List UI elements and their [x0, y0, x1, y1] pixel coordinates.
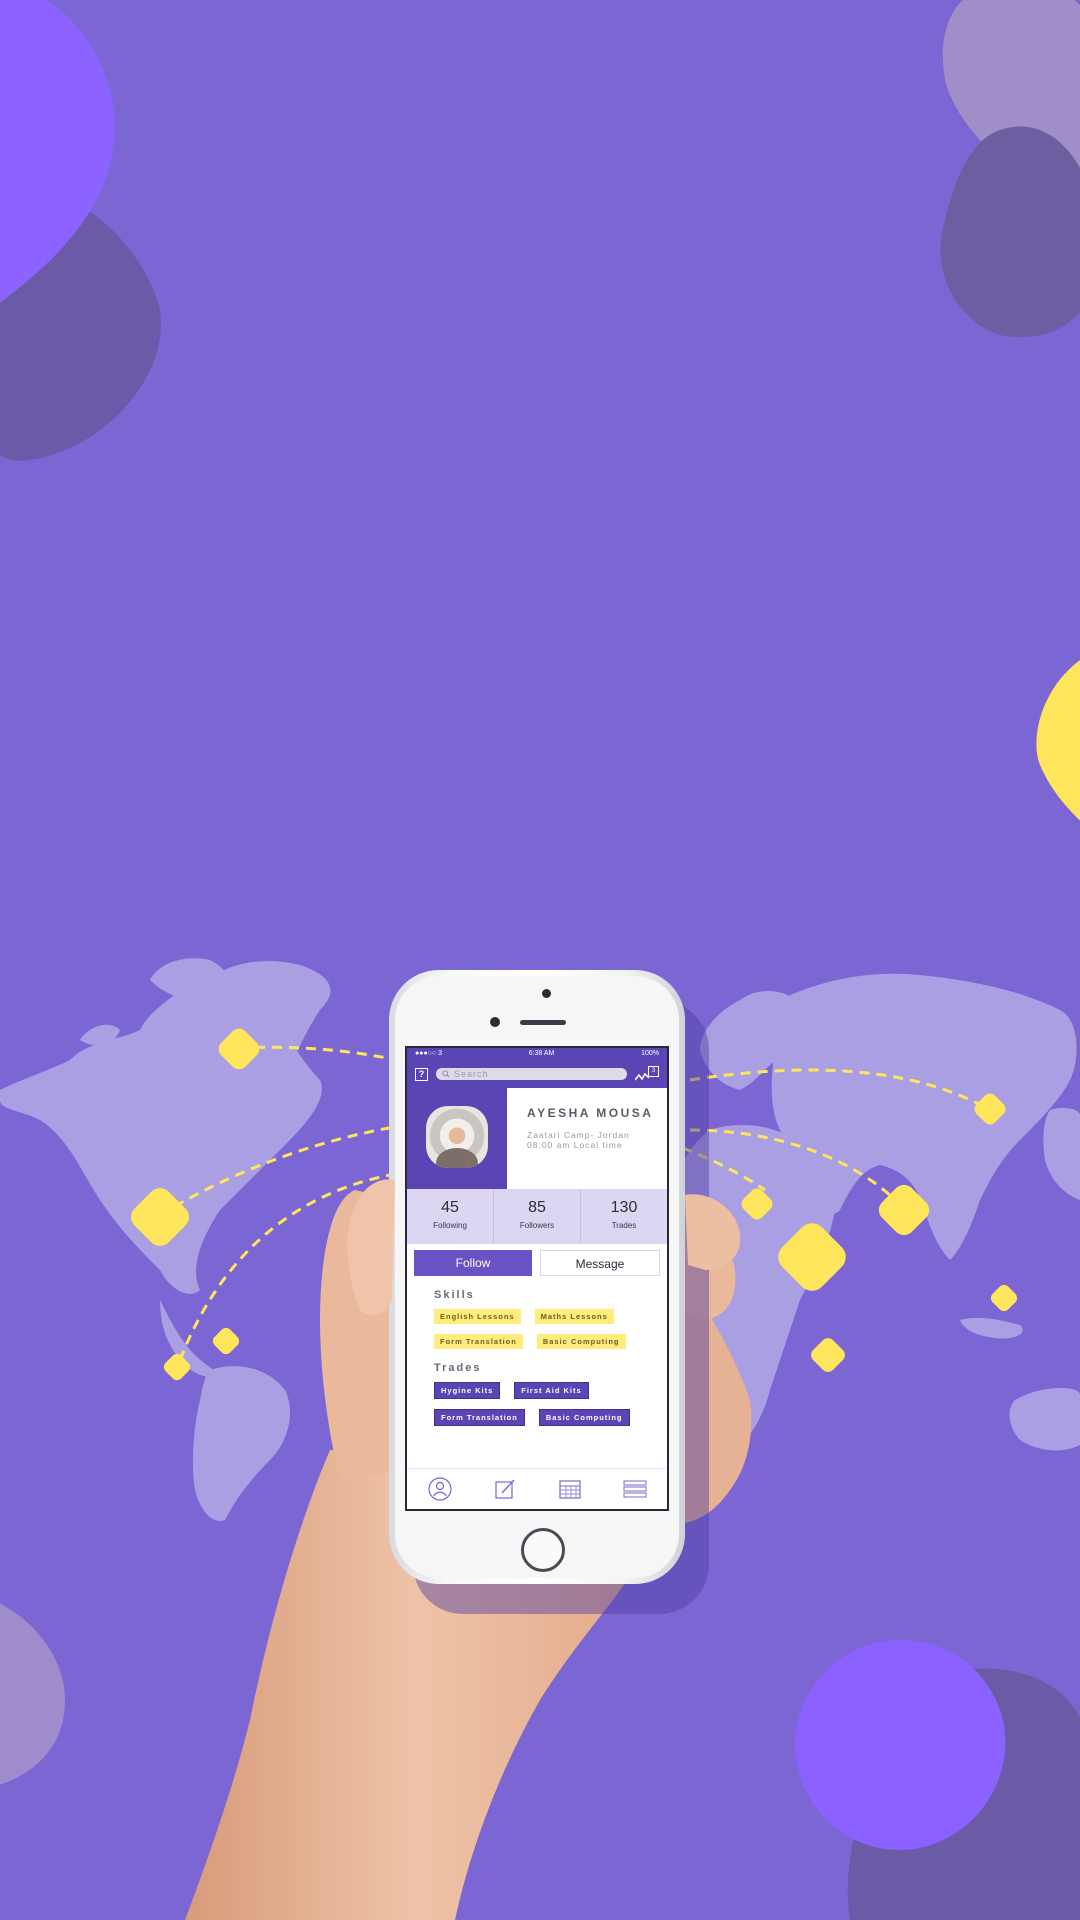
earpiece-speaker — [520, 1020, 566, 1025]
status-time: 6:38 AM — [528, 1050, 555, 1057]
profile-header: AYESHA MOUSA Zaatari Camp- Jordan 08:00 … — [407, 1088, 667, 1189]
trade-tag[interactable]: Basic Computing — [538, 1409, 630, 1426]
avatar[interactable] — [426, 1106, 488, 1168]
stat-label: Trades — [611, 1221, 637, 1230]
notifications-button[interactable]: 3 — [635, 1066, 659, 1082]
question-icon[interactable]: ? — [415, 1067, 428, 1081]
stat-followers[interactable]: 85 Followers — [494, 1189, 581, 1244]
proximity-sensor — [542, 989, 551, 998]
skill-tag[interactable]: Basic Computing — [536, 1334, 626, 1349]
location-text: Zaatari Camp- Jordan — [527, 1130, 630, 1140]
trades-title: Trades — [434, 1362, 482, 1374]
profile-location: Zaatari Camp- Jordan 08:00 am Local time — [527, 1130, 667, 1150]
trades-tags: Hygine Kits First Aid Kits Form Translat… — [434, 1382, 644, 1426]
profile-name: AYESHA MOUSA — [527, 1106, 654, 1120]
trade-tag[interactable]: Form Translation — [434, 1409, 525, 1426]
profile-stats: 45 Following 85 Followers 130 Trades — [407, 1189, 667, 1244]
calendar-icon[interactable] — [557, 1476, 583, 1502]
stat-label: Following — [433, 1221, 467, 1230]
skills-tags: English Lessons Maths Lessons Form Trans… — [434, 1309, 644, 1349]
bottom-tab-bar — [407, 1468, 667, 1509]
stat-value: 45 — [441, 1199, 459, 1216]
carrier-signal: ●●●○○ 3 — [415, 1050, 442, 1057]
skills-section: Skills English Lessons Maths Lessons For… — [407, 1289, 667, 1349]
avatar-body — [436, 1148, 478, 1168]
home-button[interactable] — [521, 1528, 565, 1572]
profile-actions: Follow Message — [407, 1244, 667, 1276]
app-screen: ●●●○○ 3 6:38 AM 100% ? Search 3 AYESHA M… — [405, 1046, 669, 1511]
search-placeholder: Search — [454, 1069, 489, 1079]
search-input[interactable]: Search — [436, 1068, 627, 1080]
skill-tag[interactable]: English Lessons — [434, 1309, 521, 1324]
profile-info: AYESHA MOUSA Zaatari Camp- Jordan 08:00 … — [507, 1088, 667, 1189]
status-bar: ●●●○○ 3 6:38 AM 100% — [407, 1048, 667, 1060]
list-icon[interactable] — [622, 1476, 648, 1502]
front-camera — [490, 1017, 500, 1027]
stat-following[interactable]: 45 Following — [407, 1189, 494, 1244]
local-time-text: 08:00 am Local time — [527, 1140, 623, 1150]
stat-value: 130 — [610, 1199, 638, 1216]
hand — [185, 1190, 752, 1920]
profile-icon[interactable] — [427, 1476, 453, 1502]
search-icon — [442, 1070, 450, 1078]
battery-level: 100% — [641, 1050, 659, 1057]
trades-section: Trades Hygine Kits First Aid Kits Form T… — [407, 1362, 667, 1426]
trade-tag[interactable]: Hygine Kits — [434, 1382, 501, 1399]
follow-button[interactable]: Follow — [414, 1250, 532, 1276]
stat-value: 85 — [528, 1199, 546, 1216]
skills-title: Skills — [434, 1289, 475, 1301]
app-header: ? Search 3 — [407, 1060, 667, 1088]
stat-trades[interactable]: 130 Trades — [581, 1189, 667, 1244]
avatar-panel — [407, 1088, 507, 1189]
trade-tag[interactable]: First Aid Kits — [514, 1382, 589, 1399]
message-button[interactable]: Message — [540, 1250, 660, 1276]
skill-tag[interactable]: Maths Lessons — [534, 1309, 614, 1324]
edit-icon[interactable] — [492, 1476, 518, 1502]
skill-tag[interactable]: Form Translation — [434, 1334, 523, 1349]
stat-label: Followers — [519, 1221, 555, 1230]
notification-badge: 3 — [648, 1066, 659, 1077]
activity-icon — [635, 1072, 649, 1081]
